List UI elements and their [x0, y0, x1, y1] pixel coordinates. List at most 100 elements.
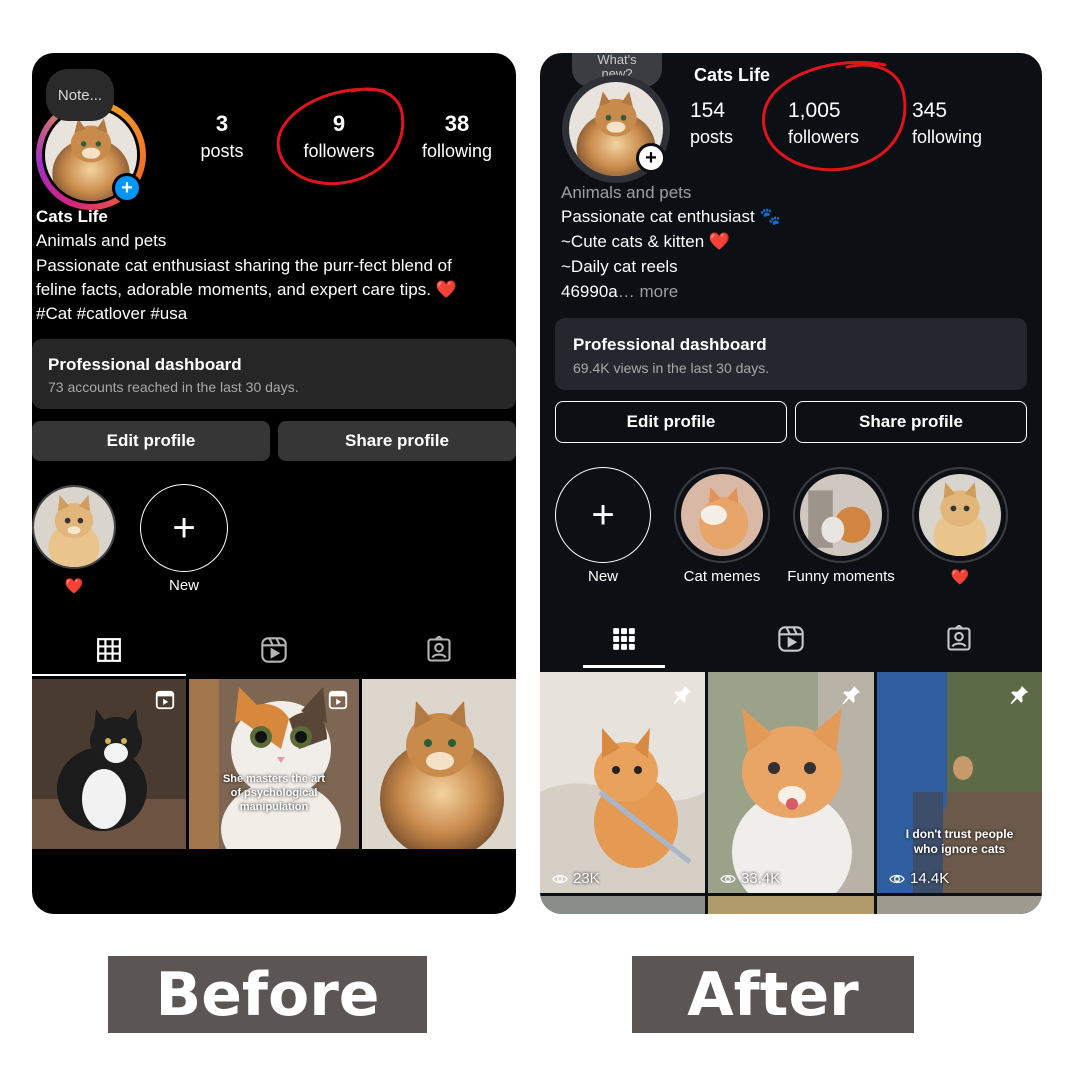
- followers-highlight-circle: [276, 87, 405, 186]
- grid-tile[interactable]: I don't trust people who ignore cats 14.…: [877, 672, 1042, 893]
- share-profile-button[interactable]: Share profile: [278, 421, 516, 461]
- view-count: 33.4K: [720, 870, 780, 887]
- eye-icon: [720, 871, 736, 887]
- stat-posts[interactable]: 3 posts: [182, 111, 262, 162]
- highlight-heart[interactable]: [912, 467, 1008, 563]
- reel-badge-icon: [327, 689, 349, 711]
- new-highlight-button[interactable]: +: [140, 484, 228, 572]
- tab-tagged[interactable]: [918, 615, 1000, 663]
- after-label: After: [632, 956, 914, 1033]
- grid-tile-partial[interactable]: [540, 896, 705, 914]
- posts-count: 154: [690, 99, 726, 122]
- add-story-plus-icon[interactable]: +: [112, 173, 142, 203]
- following-label: following: [912, 127, 983, 147]
- bio-line: ~Daily cat reels: [561, 257, 678, 276]
- tile-caption: I don't trust people who ignore cats: [905, 827, 1014, 856]
- highlight-label: ❤️: [64, 578, 84, 595]
- new-highlight-label: New: [168, 577, 199, 594]
- dashboard-title: Professional dashboard: [573, 335, 767, 354]
- grid-tile[interactable]: She masters the art of psychological man…: [189, 679, 359, 849]
- tab-reels[interactable]: [750, 615, 832, 663]
- eye-icon: [889, 871, 905, 887]
- new-highlight-label: New: [587, 568, 618, 585]
- bio-truncated-text: 46990a: [561, 282, 618, 301]
- before-profile-screen: + Note... 3 posts 9 followers 38 followi…: [32, 53, 516, 914]
- new-highlight-button[interactable]: +: [555, 467, 651, 563]
- bio-hashtags[interactable]: #Cat #catlover #usa: [36, 304, 187, 324]
- bio-line: Passionate cat enthusiast sharing the pu…: [36, 256, 452, 275]
- reels-icon: [777, 625, 805, 653]
- before-label: Before: [108, 956, 427, 1033]
- highlight-cat[interactable]: [32, 485, 116, 569]
- note-bubble[interactable]: Note...: [46, 69, 114, 121]
- dashboard-subtitle: 69.4K views in the last 30 days.: [573, 360, 770, 376]
- stat-posts[interactable]: 154 posts: [690, 99, 760, 148]
- edit-profile-button[interactable]: Edit profile: [32, 421, 270, 461]
- tab-reels[interactable]: [197, 625, 351, 675]
- tab-tagged[interactable]: [362, 625, 516, 675]
- view-count: 23K: [552, 870, 600, 887]
- highlight-funny-moments[interactable]: [793, 467, 889, 563]
- view-count: 14.4K: [889, 870, 949, 887]
- highlight-cat-memes[interactable]: [674, 467, 770, 563]
- professional-dashboard[interactable]: Professional dashboard 73 accounts reach…: [32, 339, 516, 409]
- active-tab-indicator: [583, 665, 665, 668]
- highlight-label: Funny moments: [787, 568, 895, 585]
- after-profile-screen: What's new? + Cats Life 154 posts 1,005 …: [540, 53, 1042, 914]
- posts-label: posts: [690, 127, 734, 147]
- grid-tile[interactable]: [362, 679, 516, 849]
- highlight-photo: [919, 474, 1001, 561]
- bio-more-link[interactable]: … more: [618, 282, 678, 301]
- highlight-label: Cat memes: [683, 568, 761, 585]
- posts-label: posts: [200, 141, 244, 161]
- bio-line: Passionate cat enthusiast 🐾: [561, 207, 781, 226]
- highlight-label: ❤️: [950, 569, 970, 586]
- stat-following[interactable]: 345 following: [912, 99, 1012, 148]
- pin-icon: [1008, 684, 1030, 706]
- stat-following[interactable]: 38 following: [412, 111, 502, 162]
- dashboard-subtitle: 73 accounts reached in the last 30 days.: [48, 379, 299, 395]
- grid-tile-partial[interactable]: [708, 896, 874, 914]
- grid-icon: [611, 626, 637, 652]
- plus-icon: +: [172, 506, 196, 550]
- share-profile-button[interactable]: Share profile: [795, 401, 1027, 443]
- bio-line: ~Cute cats & kitten ❤️: [561, 232, 731, 251]
- following-label: following: [421, 141, 493, 161]
- following-count: 345: [912, 99, 948, 122]
- grid-tile[interactable]: 33.4K: [708, 672, 874, 893]
- grid-tile-partial[interactable]: [877, 896, 1042, 914]
- profile-name: Cats Life: [36, 207, 108, 226]
- reel-badge-icon: [154, 689, 176, 711]
- add-story-plus-icon[interactable]: +: [636, 143, 666, 173]
- reels-icon: [260, 636, 288, 664]
- plus-icon: +: [591, 493, 615, 537]
- profile-category: Animals and pets: [36, 231, 167, 250]
- pin-icon: [671, 684, 693, 706]
- pin-icon: [840, 684, 862, 706]
- highlight-photo: [800, 474, 882, 556]
- bio-line-truncated: 46990a… more: [561, 282, 678, 302]
- grid-tile[interactable]: 23K: [540, 672, 705, 893]
- tab-posts-grid[interactable]: [32, 625, 186, 675]
- view-count-value: 14.4K: [910, 870, 950, 887]
- followers-highlight-circle: [762, 60, 907, 172]
- tab-posts-grid[interactable]: [583, 615, 665, 663]
- profile-category: Animals and pets: [561, 183, 692, 202]
- grid-tile[interactable]: [32, 679, 186, 849]
- view-count-value: 33.4K: [741, 870, 781, 887]
- view-count-value: 23K: [573, 870, 600, 887]
- following-count: 38: [444, 111, 470, 136]
- bio-line: feline facts, adorable moments, and expe…: [36, 280, 457, 299]
- tile-caption: She masters the art of psychological man…: [222, 773, 326, 813]
- professional-dashboard[interactable]: Professional dashboard 69.4K views in th…: [555, 318, 1027, 390]
- edit-profile-button[interactable]: Edit profile: [555, 401, 787, 443]
- highlight-photo: [681, 474, 763, 556]
- tagged-icon: [425, 636, 453, 664]
- tile-photo: [362, 679, 516, 849]
- posts-count: 3: [215, 111, 229, 136]
- grid-icon: [96, 637, 122, 663]
- active-tab-indicator: [32, 674, 186, 676]
- dashboard-title: Professional dashboard: [48, 355, 242, 374]
- eye-icon: [552, 871, 568, 887]
- highlight-cat-photo: [34, 487, 114, 567]
